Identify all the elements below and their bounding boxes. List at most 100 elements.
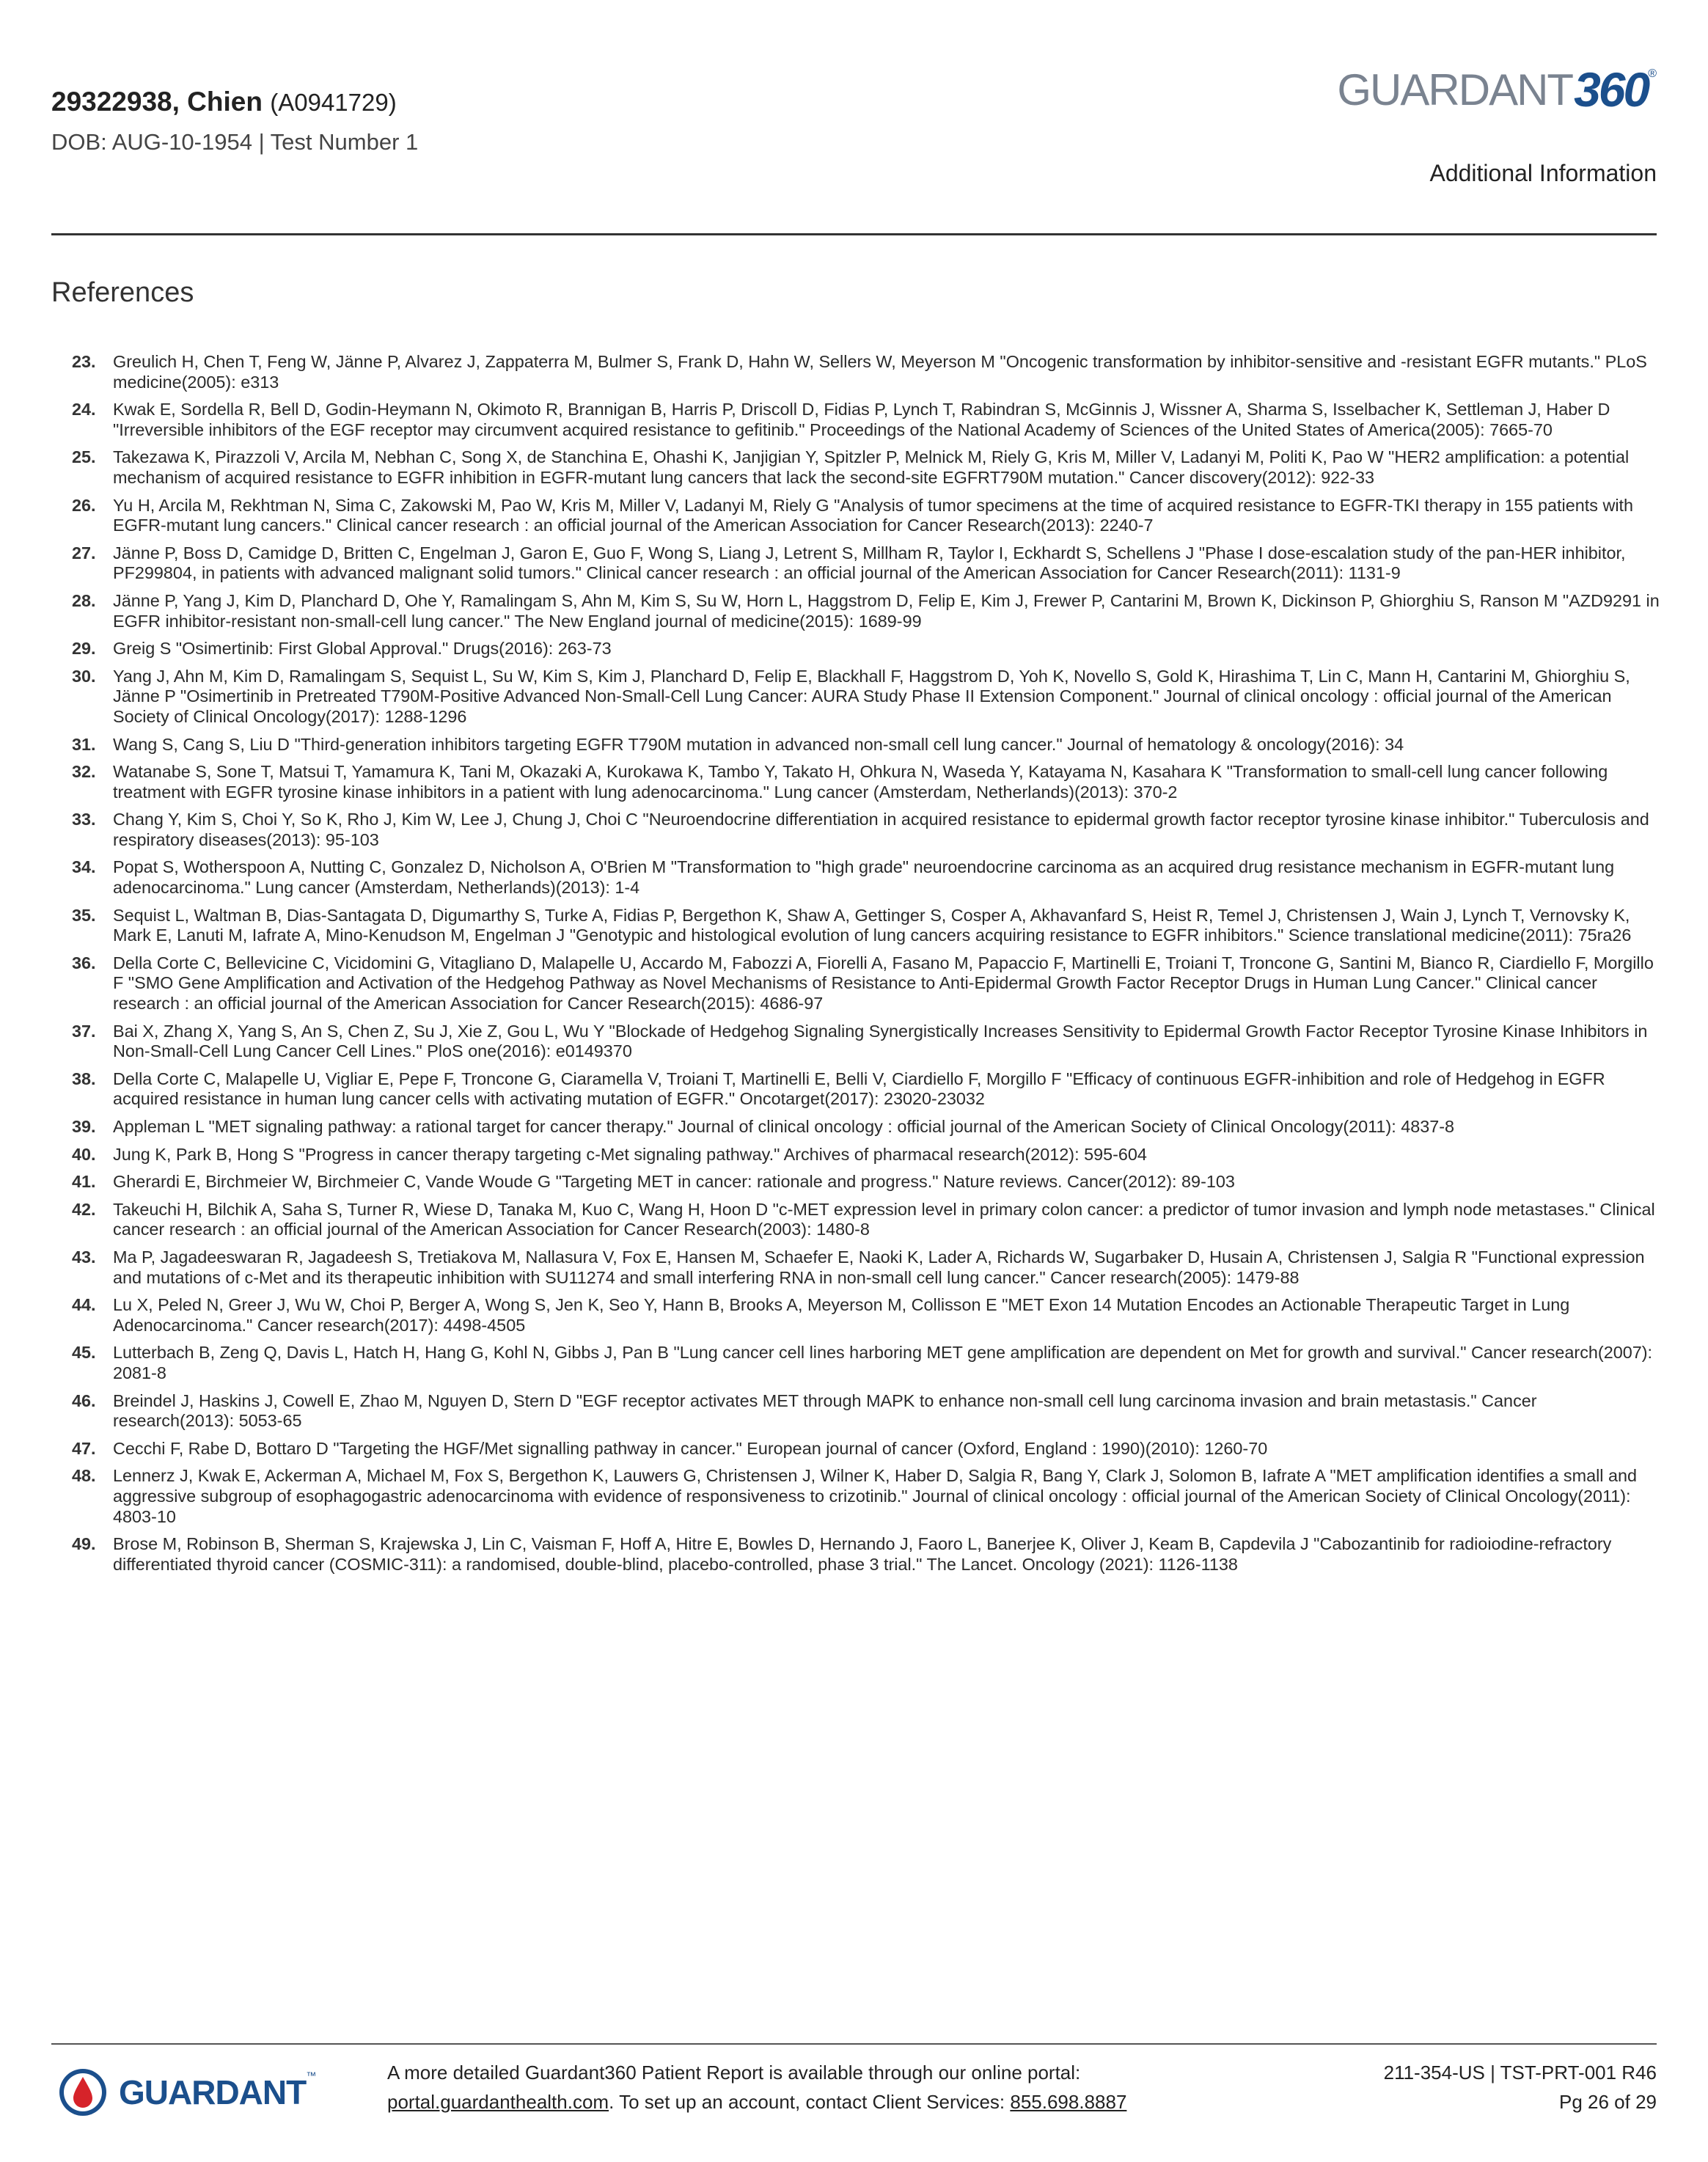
reference-text: Chang Y, Kim S, Choi Y, So K, Rho J, Kim… — [113, 810, 1649, 849]
reference-number: 24. — [72, 400, 96, 419]
reference-number: 40. — [72, 1144, 96, 1164]
reference-item: 24. Kwak E, Sordella R, Bell D, Godin-Hey… — [72, 400, 1660, 440]
reference-text: Kwak E, Sordella R, Bell D, Godin-Heyman… — [113, 400, 1610, 439]
reference-number: 28. — [72, 590, 96, 610]
reference-text: Takezawa K, Pirazzoli V, Arcila M, Nebha… — [113, 447, 1630, 487]
document-id: 211-354-US | TST-PRT-001 R46 — [1383, 2062, 1657, 2084]
reference-item: 47. Cecchi F, Rabe D, Bottaro D "Targetin… — [72, 1439, 1660, 1459]
reference-item: 49. Brose M, Robinson B, Sherman S, Kraje… — [72, 1534, 1660, 1575]
reference-number: 33. — [72, 810, 96, 829]
reference-item: 28. Jänne P, Yang J, Kim D, Planchard D, … — [72, 591, 1660, 631]
reference-item: 44. Lu X, Peled N, Greer J, Wu W, Choi P,… — [72, 1295, 1660, 1335]
reference-text: Jänne P, Yang J, Kim D, Planchard D, Ohe… — [113, 590, 1660, 631]
portal-link[interactable]: portal.guardanthealth.com — [387, 2091, 609, 2113]
reference-number: 35. — [72, 905, 96, 925]
reference-text: Gherardi E, Birchmeier W, Birchmeier C, … — [113, 1172, 1235, 1192]
reference-item: 40. Jung K, Park B, Hong S "Progress in c… — [72, 1145, 1660, 1165]
reference-item: 46. Breindel J, Haskins J, Cowell E, Zhao… — [72, 1391, 1660, 1432]
reference-number: 31. — [72, 734, 96, 754]
footer-logo-wordmark: GUARDANT — [119, 2073, 307, 2111]
reference-item: 43. Ma P, Jagadeeswaran R, Jagadeesh S, T… — [72, 1247, 1660, 1288]
reference-item: 39. Appleman L "MET signaling pathway: a … — [72, 1117, 1660, 1137]
reference-item: 48. Lennerz J, Kwak E, Ackerman A, Michae… — [72, 1466, 1660, 1527]
reference-number: 23. — [72, 352, 96, 371]
reference-text: Breindel J, Haskins J, Cowell E, Zhao M,… — [113, 1390, 1537, 1431]
accession-number: (A0941729) — [270, 89, 397, 116]
footer-message-line1: A more detailed Guardant360 Patient Repo… — [387, 2062, 1081, 2084]
reference-text: Greig S "Osimertinib: First Global Appro… — [113, 639, 612, 659]
reference-item: 23. Greulich H, Chen T, Feng W, Jänne P, … — [72, 352, 1660, 392]
reference-item: 45. Lutterbach B, Zeng Q, Davis L, Hatch … — [72, 1343, 1660, 1383]
reference-text: Della Corte C, Malapelle U, Vigliar E, P… — [113, 1069, 1605, 1109]
reference-text: Greulich H, Chen T, Feng W, Jänne P, Alv… — [113, 352, 1647, 392]
reference-item: 42. Takeuchi H, Bilchik A, Saha S, Turner… — [72, 1200, 1660, 1240]
reference-number: 30. — [72, 666, 96, 686]
header-divider — [51, 233, 1657, 235]
reference-text: Yu H, Arcila M, Rekhtman N, Sima C, Zako… — [113, 495, 1634, 535]
reference-number: 41. — [72, 1172, 96, 1192]
reference-text: Takeuchi H, Bilchik A, Saha S, Turner R,… — [113, 1199, 1655, 1239]
patient-name-id: 29322938, Chien — [51, 87, 263, 117]
reference-text: Popat S, Wotherspoon A, Nutting C, Gonza… — [113, 857, 1615, 898]
reference-number: 45. — [72, 1343, 96, 1363]
reference-item: 33. Chang Y, Kim S, Choi Y, So K, Rho J, … — [72, 810, 1660, 850]
reference-item: 25. Takezawa K, Pirazzoli V, Arcila M, Ne… — [72, 447, 1660, 488]
logo-wordmark: GUARDANT — [1337, 65, 1574, 114]
reference-text: Jung K, Park B, Hong S "Progress in canc… — [113, 1144, 1147, 1164]
section-label: Additional Information — [1429, 160, 1657, 186]
reference-item: 31. Wang S, Cang S, Liu D "Third-generati… — [72, 735, 1660, 755]
reference-number: 44. — [72, 1295, 96, 1315]
reference-text: Cecchi F, Rabe D, Bottaro D "Targeting t… — [113, 1438, 1268, 1458]
reference-number: 26. — [72, 495, 96, 515]
reference-text: Della Corte C, Bellevicine C, Vicidomini… — [113, 953, 1654, 1014]
reference-number: 27. — [72, 543, 96, 563]
reference-number: 37. — [72, 1021, 96, 1041]
reference-item: 36. Della Corte C, Bellevicine C, Vicidom… — [72, 953, 1660, 1014]
reference-number: 48. — [72, 1466, 96, 1486]
reference-text: Sequist L, Waltman B, Dias-Santagata D, … — [113, 905, 1632, 945]
footer-message-mid: . To set up an account, contact Client S… — [609, 2091, 1011, 2113]
guardant-drop-icon — [59, 2069, 106, 2116]
reference-number: 25. — [72, 447, 96, 467]
reference-item: 27. Jänne P, Boss D, Camidge D, Britten C… — [72, 543, 1660, 584]
patient-header: 29322938, Chien (A0941729) — [51, 87, 397, 117]
reference-number: 49. — [72, 1534, 96, 1554]
footer-message-line2: portal.guardanthealth.com. To set up an … — [387, 2087, 1126, 2117]
reference-text: Appleman L "MET signaling pathway: a rat… — [113, 1117, 1455, 1136]
footer-logo-trademark: ™ — [306, 2070, 317, 2081]
reference-item: 35. Sequist L, Waltman B, Dias-Santagata … — [72, 906, 1660, 946]
reference-item: 29. Greig S "Osimertinib: First Global Ap… — [72, 639, 1660, 659]
reference-list: 23. Greulich H, Chen T, Feng W, Jänne P, … — [72, 352, 1660, 1575]
reference-number: 36. — [72, 953, 96, 972]
reference-text: Watanabe S, Sone T, Matsui T, Yamamura K… — [113, 762, 1608, 802]
guardant360-logo: GUARDANT 360 ® — [1337, 62, 1657, 117]
reference-item: 41. Gherardi E, Birchmeier W, Birchmeier … — [72, 1172, 1660, 1192]
reference-number: 46. — [72, 1390, 96, 1410]
reference-text: Lutterbach B, Zeng Q, Davis L, Hatch H, … — [113, 1343, 1653, 1382]
guardant-footer-logo: GUARDANT ™ — [57, 2067, 316, 2118]
reference-text: Brose M, Robinson B, Sherman S, Krajewsk… — [113, 1534, 1612, 1574]
reference-text: Ma P, Jagadeeswaran R, Jagadeesh S, Tret… — [113, 1247, 1645, 1287]
reference-number: 43. — [72, 1247, 96, 1267]
client-services-phone-link[interactable]: 855.698.8887 — [1010, 2091, 1126, 2113]
reference-number: 42. — [72, 1199, 96, 1219]
footer-portal-message: A more detailed Guardant360 Patient Repo… — [387, 2058, 1126, 2117]
reference-number: 34. — [72, 857, 96, 877]
dob-test-line: DOB: AUG-10-1954 | Test Number 1 — [51, 129, 419, 155]
reference-item: 32. Watanabe S, Sone T, Matsui T, Yamamur… — [72, 762, 1660, 802]
reference-number: 38. — [72, 1069, 96, 1088]
reference-number: 47. — [72, 1438, 96, 1458]
references-title: References — [51, 277, 194, 308]
logo-registered-mark: ® — [1648, 67, 1657, 80]
reference-item: 30. Yang J, Ahn M, Kim D, Ramalingam S, S… — [72, 667, 1660, 728]
reference-item: 26. Yu H, Arcila M, Rekhtman N, Sima C, Z… — [72, 496, 1660, 536]
reference-item: 34. Popat S, Wotherspoon A, Nutting C, Go… — [72, 857, 1660, 898]
reference-item: 37. Bai X, Zhang X, Yang S, An S, Chen Z,… — [72, 1022, 1660, 1062]
footer-document-info: 211-354-US | TST-PRT-001 R46 Pg 26 of 29 — [1384, 2058, 1657, 2117]
reference-text: Bai X, Zhang X, Yang S, An S, Chen Z, Su… — [113, 1021, 1648, 1061]
reference-item: 38. Della Corte C, Malapelle U, Vigliar E… — [72, 1069, 1660, 1110]
reference-text: Yang J, Ahn M, Kim D, Ramalingam S, Sequ… — [113, 666, 1630, 726]
reference-number: 39. — [72, 1117, 96, 1136]
page-number: Pg 26 of 29 — [1559, 2091, 1657, 2113]
reference-text: Lu X, Peled N, Greer J, Wu W, Choi P, Be… — [113, 1295, 1570, 1335]
